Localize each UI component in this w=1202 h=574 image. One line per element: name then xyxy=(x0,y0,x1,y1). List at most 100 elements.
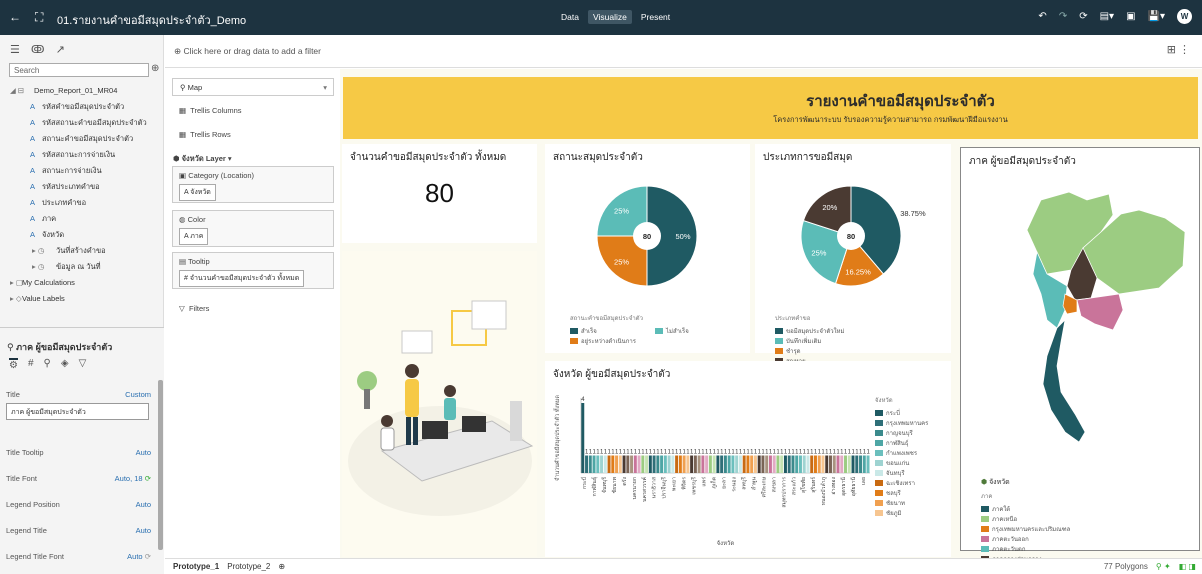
layer-selector[interactable]: ⬢ จังหวัด Layer ▾ xyxy=(173,153,232,165)
region-map-card[interactable]: ภาค ผู้ขอมีสมุดประจำตัว ⬢ จังหวัด ภาค ภาค… xyxy=(960,147,1200,563)
bar xyxy=(690,455,694,473)
layers-tab-icon[interactable]: ◈ xyxy=(61,358,69,371)
legend-item[interactable]: ชัยนาท xyxy=(875,499,949,509)
tree-item[interactable]: ▸ ◷ ข้อมูล ณ วันที่ xyxy=(6,259,161,275)
color-box[interactable]: ◍ Color A ภาค xyxy=(172,210,334,247)
legend-swatch xyxy=(981,506,989,513)
legend-item[interactable]: กาฬสินธุ์ xyxy=(875,439,949,449)
tab-prototype-1[interactable]: Prototype_1 xyxy=(173,562,219,571)
x-tick-label: ยะลา xyxy=(722,477,728,489)
tree-item[interactable]: A รหัสคำขอมีสมุดประจำตัว xyxy=(6,99,161,115)
attribute-icon: A xyxy=(30,214,36,223)
filters-drop[interactable]: ▽ Filters xyxy=(179,304,209,313)
legend-item[interactable]: ภาคเหนือ xyxy=(981,515,1081,525)
tree-item[interactable]: A ประเภทคำขอ xyxy=(6,195,161,211)
tree-item[interactable]: ▸ ◷ วันที่สร้างคำขอ xyxy=(6,243,161,259)
province-pill[interactable]: A จังหวัด xyxy=(179,184,216,201)
illustration-card[interactable] xyxy=(342,251,537,557)
region-pill[interactable]: A ภาค xyxy=(179,228,209,245)
legend-item[interactable]: บันทึกเพิ่มเติม xyxy=(775,337,855,347)
user-avatar[interactable]: W xyxy=(1177,9,1192,24)
add-canvas-icon[interactable]: ⊕ xyxy=(278,562,285,571)
filter-tab-icon[interactable]: ▽ xyxy=(79,358,87,371)
bar xyxy=(720,455,724,473)
refresh-icon[interactable]: ⟳ xyxy=(1079,11,1087,22)
tree-item[interactable]: A สถานะคำขอมีสมุดประจำตัว xyxy=(6,131,161,147)
legend-item[interactable]: ภาคตะวันตก xyxy=(981,545,1081,555)
legend-item[interactable]: กระบี่ xyxy=(875,409,949,419)
legend-item[interactable]: ฉะเชิงเทรา xyxy=(875,479,949,489)
title-field[interactable]: ภาค ผู้ขอมีสมุดประจำตัว xyxy=(6,403,149,420)
trellis-columns-drop[interactable]: ▦ Trellis Columns xyxy=(179,106,242,115)
tree-item[interactable]: A ภาค xyxy=(6,211,161,227)
legend-item[interactable]: กาญจนบุรี xyxy=(875,429,949,439)
prop-legend-title-row[interactable]: Legend Title Auto xyxy=(6,526,151,535)
save-menu-icon[interactable]: 💾▾ xyxy=(1148,11,1165,22)
legend-item[interactable]: ไม่สำเร็จ xyxy=(655,327,730,337)
pie-slice-label: 20% xyxy=(822,203,837,212)
visualizations-icon[interactable]: ↂ xyxy=(31,43,45,56)
prop-legend-position-row[interactable]: Legend Position Auto xyxy=(6,500,151,509)
values-tab-icon[interactable]: # xyxy=(28,358,34,371)
legend-item[interactable]: สำเร็จ xyxy=(570,327,645,337)
category-location-box[interactable]: ▣ Category (Location) A จังหวัด xyxy=(172,166,334,203)
prop-title-tooltip-row[interactable]: Title Tooltip Auto xyxy=(6,448,151,457)
prop-legend-title-font-row[interactable]: Legend Title Font Auto ⟳ xyxy=(6,552,151,561)
status-chart-card[interactable]: สถานะสมุดประจำตัว 50% 25% 25% 80 สถานะคำขอม… xyxy=(545,144,750,353)
tree-item[interactable]: ▸ ◇Value Labels xyxy=(6,291,161,307)
viz-type-select[interactable]: ⚲ Map ▾ xyxy=(172,78,334,96)
view-menu-icon[interactable]: ▤▾ xyxy=(1100,11,1114,22)
filter-toggle-icon[interactable]: ⚲ ✦ xyxy=(1156,562,1171,571)
tree-item[interactable]: A รหัสสถานะคำขอมีสมุดประจำตัว xyxy=(6,115,161,131)
workbook-title[interactable]: 01.รายงานคำขอมีสมุดประจำตัว_Demo xyxy=(57,11,246,29)
tree-item[interactable]: ▸ ▢My Calculations xyxy=(6,275,161,291)
tab-prototype-2[interactable]: Prototype_2 xyxy=(227,562,270,571)
legend-item[interactable]: กำแพงเพชร xyxy=(875,449,949,459)
auto-apply-icon[interactable]: ⊞ ⋮ xyxy=(1167,43,1190,56)
legend-item[interactable]: กรุงเทพมหานคร xyxy=(875,419,949,429)
legend-item[interactable]: จันทบุรี xyxy=(875,469,949,479)
data-icon[interactable]: ☰ xyxy=(10,43,20,56)
prop-title-row[interactable]: Title Custom xyxy=(6,390,151,399)
tree-item[interactable]: ◢ ⊟ Demo_Report_01_MR04 xyxy=(6,83,161,99)
report-banner[interactable]: รายงานคำขอมีสมุดประจำตัว โครงการพัฒนาระบ… xyxy=(343,77,1198,139)
legend-swatch xyxy=(981,516,989,523)
type-chart-card[interactable]: ประเภทการขอมีสมุด 38.75% 16.25% 25% 20% 80 ป… xyxy=(755,144,951,365)
map-tab-icon[interactable]: ⚲ xyxy=(44,358,51,371)
tab-present[interactable]: Present xyxy=(636,10,675,24)
tab-visualize[interactable]: Visualize xyxy=(587,10,632,24)
panel-toggle-icon[interactable]: ◧ ◨ xyxy=(1179,562,1196,571)
tree-item[interactable]: A รหัสประเภทคำขอ xyxy=(6,179,161,195)
properties-scrollbar[interactable] xyxy=(158,380,163,550)
tree-item[interactable]: A รหัสสถานะการจ่ายเงิน xyxy=(6,147,161,163)
trellis-rows-drop[interactable]: ▦ Trellis Rows xyxy=(179,130,231,139)
general-tab-icon[interactable]: ⚙ xyxy=(9,358,18,371)
legend-item[interactable]: ภาคใต้ xyxy=(981,505,1081,515)
search-input[interactable]: Search xyxy=(9,63,149,77)
legend-item[interactable]: กรุงเทพมหานครและปริมณฑล xyxy=(981,525,1081,535)
legend-item[interactable]: ขอนแก่น xyxy=(875,459,949,469)
undo-icon[interactable]: ↶ xyxy=(1038,11,1046,22)
legend-item[interactable]: ภาคตะวันออก xyxy=(981,535,1081,545)
tab-data[interactable]: Data xyxy=(556,10,584,24)
legend-item[interactable]: ชำรุด xyxy=(775,347,855,357)
kpi-card[interactable]: จำนวนคำขอมีสมุดประจำตัว ทั้งหมด 80 xyxy=(342,144,537,243)
measure-pill[interactable]: # จำนวนคำขอมีสมุดประจำตัว ทั้งหมด xyxy=(179,270,305,287)
preview-icon[interactable]: ▣ xyxy=(1126,11,1135,22)
tree-item[interactable]: A จังหวัด xyxy=(6,227,161,243)
legend-item[interactable]: ชลบุรี xyxy=(875,489,949,499)
tooltip-box[interactable]: ▤ Tooltip # จำนวนคำขอมีสมุดประจำตัว ทั้ง… xyxy=(172,252,334,289)
tree-item[interactable]: A สถานะการจ่ายเงิน xyxy=(6,163,161,179)
refresh-icon: ⟳ xyxy=(144,474,151,483)
add-data-icon[interactable]: ⊕ xyxy=(151,63,159,74)
legend-item[interactable]: ขอมีสมุดประจำตัวใหม่ xyxy=(775,327,855,337)
analytics-icon[interactable]: ↗ xyxy=(56,43,65,56)
back-arrow-icon[interactable]: ← xyxy=(9,10,21,24)
province-bar-card[interactable]: จังหวัด ผู้ขอมีสมุดประจำตัว 411111111111… xyxy=(545,361,951,557)
legend-item[interactable]: ชัยภูมิ xyxy=(875,509,949,519)
x-tick-label: สมุทรปราการ xyxy=(781,477,787,508)
redo-icon[interactable]: ↷ xyxy=(1059,11,1067,22)
prop-title-font-row[interactable]: Title Font Auto, 18 ⟳ xyxy=(6,474,151,483)
filter-bar[interactable]: ⊕ Click here or drag data to add a filte… xyxy=(165,35,1202,68)
legend-item[interactable]: อยู่ระหว่างดำเนินการ xyxy=(570,337,645,347)
